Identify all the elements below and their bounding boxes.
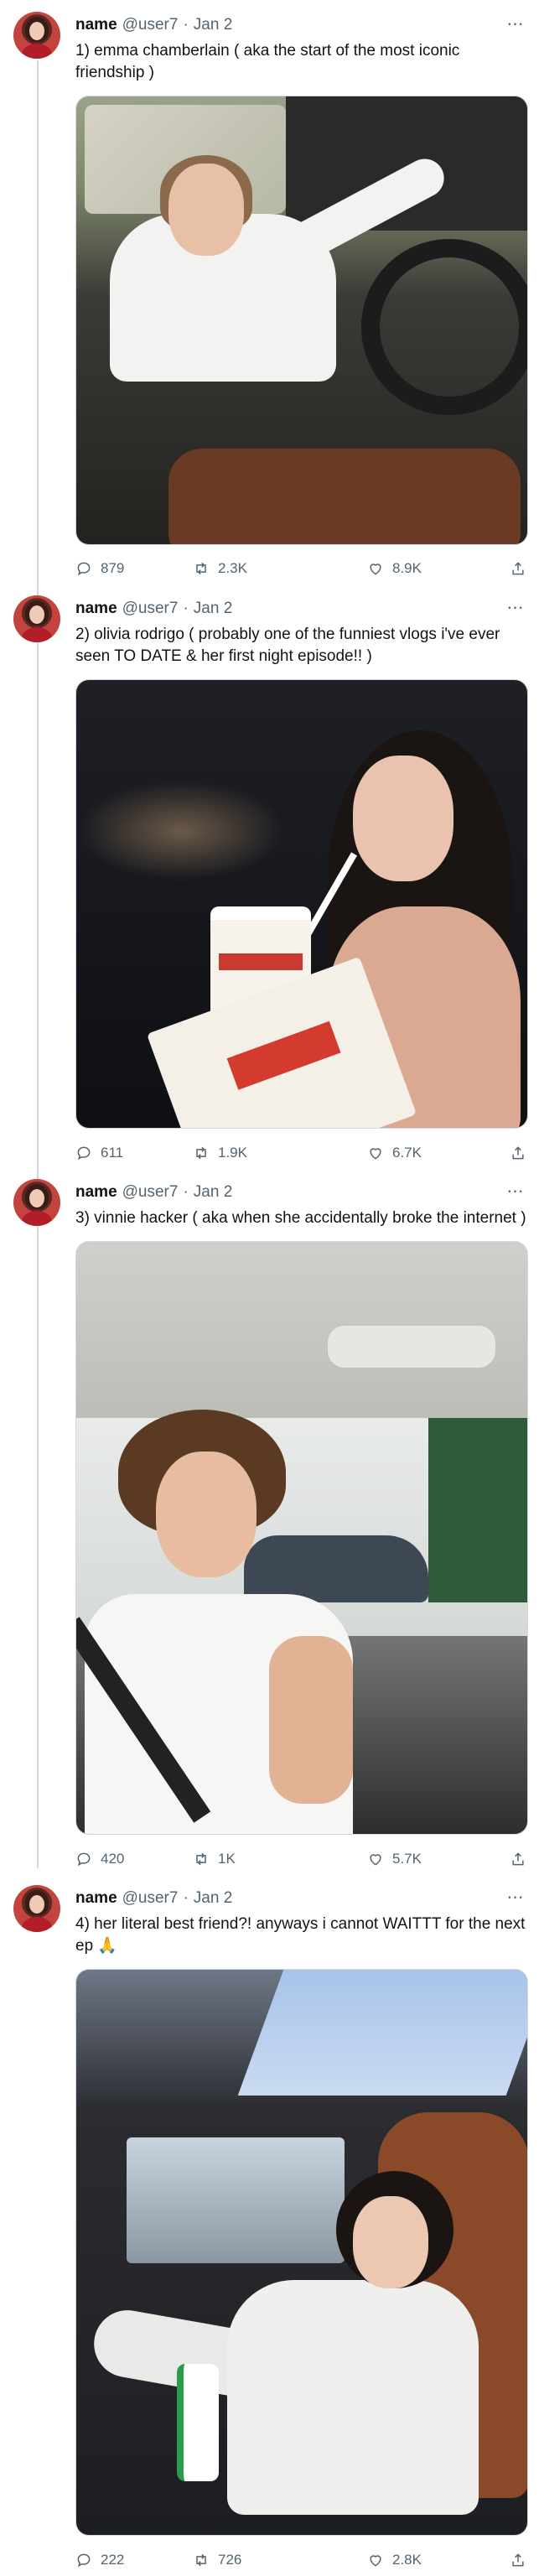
retweet-count: 1K — [218, 1851, 236, 1867]
tweet-header: name @user7 · Jan 2 — [75, 15, 232, 35]
reply-button[interactable]: 420 — [75, 1846, 124, 1872]
heart-icon — [370, 1148, 381, 1160]
reply-icon — [77, 2553, 91, 2568]
tweet-photo[interactable] — [75, 96, 528, 545]
display-name[interactable]: name — [75, 16, 117, 34]
retweet-icon — [196, 1146, 206, 1160]
user-handle[interactable]: @user7 — [122, 16, 179, 34]
retweet-button[interactable]: 2.3K — [193, 556, 247, 581]
tweet-header: name @user7 · Jan 2 — [75, 599, 232, 619]
tweet-actions: 879 2.3K 8.9K — [75, 556, 528, 581]
heart-icon — [370, 1854, 381, 1866]
reply-icon — [77, 562, 91, 576]
avatar[interactable] — [13, 1179, 60, 1226]
share-icon — [512, 2553, 524, 2567]
tweet-photo[interactable] — [75, 1969, 528, 2536]
share-button[interactable] — [510, 556, 526, 581]
user-handle[interactable]: @user7 — [122, 1889, 179, 1908]
like-count: 6.7K — [392, 1145, 422, 1161]
retweet-icon — [196, 562, 206, 575]
reply-button[interactable]: 611 — [75, 1140, 123, 1166]
share-button[interactable] — [510, 1846, 526, 1872]
retweet-button[interactable]: 1K — [193, 1846, 236, 1872]
reply-button[interactable]: 222 — [75, 2547, 124, 2573]
tweet-header: name @user7 · Jan 2 — [75, 1182, 232, 1202]
reply-icon — [77, 1146, 91, 1161]
retweet-icon — [196, 2553, 206, 2567]
more-options-button[interactable]: ⋯ — [503, 13, 528, 34]
like-button[interactable]: 6.7K — [367, 1140, 422, 1166]
separator: · — [183, 1183, 189, 1201]
tweet-photo[interactable] — [75, 1241, 528, 1835]
avatar[interactable] — [13, 12, 60, 59]
tweet-date[interactable]: Jan 2 — [194, 1889, 232, 1908]
tweet-date[interactable]: Jan 2 — [194, 600, 232, 618]
tweet-date[interactable]: Jan 2 — [194, 1183, 232, 1202]
like-button[interactable]: 5.7K — [367, 1846, 422, 1872]
retweet-icon — [196, 1852, 206, 1866]
tweet-text: 1) emma chamberlain ( aka the start of t… — [75, 42, 460, 81]
share-button[interactable] — [510, 2547, 526, 2573]
thread-line — [37, 60, 39, 1868]
more-options-button[interactable]: ⋯ — [503, 1887, 528, 1907]
more-options-button[interactable]: ⋯ — [503, 597, 528, 617]
tweet-date[interactable]: Jan 2 — [194, 16, 232, 34]
separator: · — [183, 1889, 189, 1907]
reply-count: 611 — [101, 1145, 124, 1161]
retweet-button[interactable]: 726 — [193, 2547, 241, 2573]
tweet-actions: 420 1K 5.7K — [75, 1846, 528, 1872]
display-name[interactable]: name — [75, 600, 117, 618]
tweet-photo[interactable] — [75, 679, 528, 1129]
like-button[interactable]: 2.8K — [367, 2547, 422, 2573]
more-options-button[interactable]: ⋯ — [503, 1181, 528, 1201]
reply-icon — [77, 1852, 91, 1867]
separator: · — [183, 600, 189, 617]
avatar[interactable] — [13, 595, 60, 642]
tweet-actions: 222 726 2.8K — [75, 2547, 528, 2573]
avatar[interactable] — [13, 1885, 60, 1932]
share-button[interactable] — [510, 1140, 526, 1166]
tweet-text: 3) vinnie hacker ( aka when she accident… — [75, 1209, 526, 1227]
retweet-button[interactable]: 1.9K — [193, 1140, 247, 1166]
tweet-text: 4) her literal best friend?! anyways i c… — [75, 1915, 526, 1955]
reply-count: 879 — [101, 560, 125, 576]
tweet-header: name @user7 · Jan 2 — [75, 1888, 232, 1909]
like-count: 5.7K — [392, 1851, 422, 1867]
display-name[interactable]: name — [75, 1889, 117, 1908]
display-name[interactable]: name — [75, 1183, 117, 1202]
share-icon — [512, 562, 524, 575]
user-handle[interactable]: @user7 — [122, 600, 179, 618]
share-icon — [512, 1852, 524, 1866]
retweet-count: 1.9K — [218, 1145, 247, 1161]
share-icon — [512, 1146, 524, 1160]
heart-icon — [370, 2555, 381, 2567]
separator: · — [183, 16, 189, 34]
tweet-text: 2) olivia rodrigo ( probably one of the … — [75, 626, 500, 665]
like-count: 8.9K — [392, 560, 422, 576]
like-count: 2.8K — [392, 2552, 422, 2568]
reply-count: 222 — [101, 2552, 125, 2568]
reply-button[interactable]: 879 — [75, 556, 124, 581]
like-button[interactable]: 8.9K — [367, 556, 422, 581]
user-handle[interactable]: @user7 — [122, 1183, 179, 1202]
retweet-count: 726 — [218, 2552, 242, 2568]
reply-count: 420 — [101, 1851, 125, 1867]
retweet-count: 2.3K — [218, 560, 247, 576]
tweet-actions: 611 1.9K 6.7K — [75, 1140, 528, 1166]
heart-icon — [370, 564, 381, 575]
